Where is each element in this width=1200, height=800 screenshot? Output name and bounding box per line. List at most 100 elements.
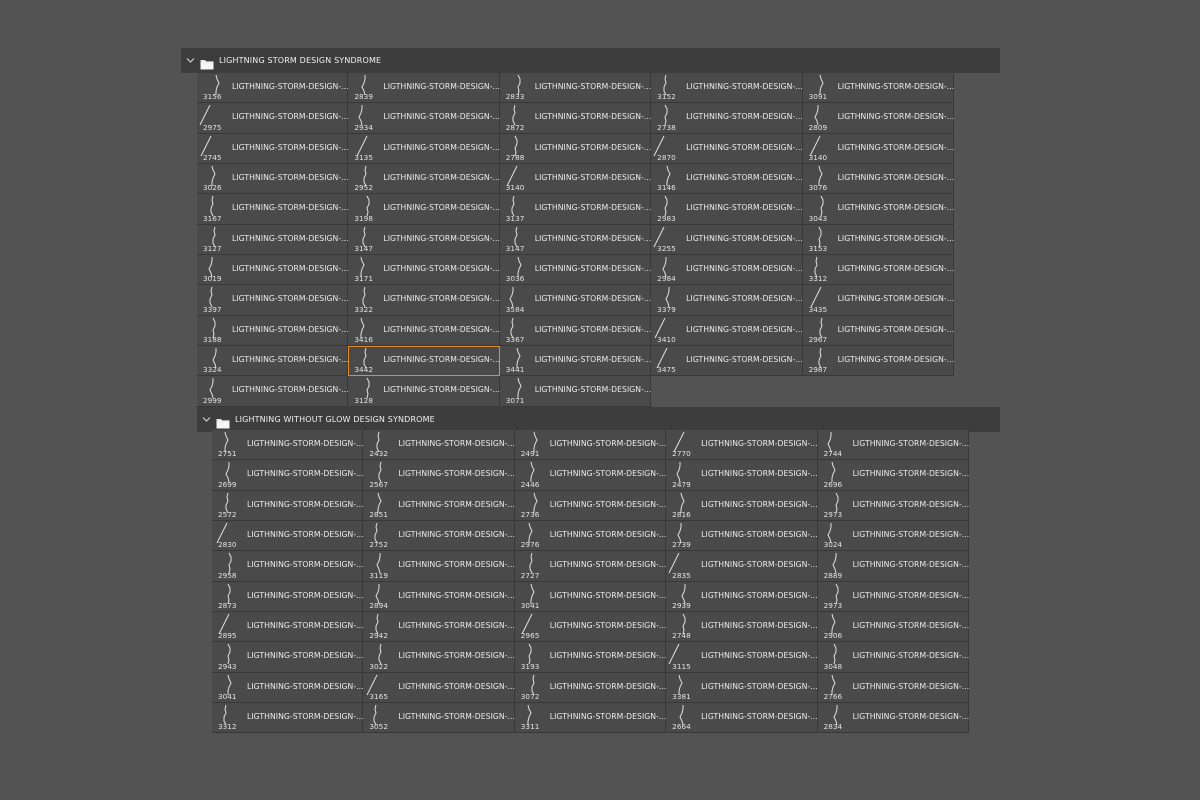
preset-item[interactable]: 2727 LIGTHNING-STORM-DESIGN-...	[514, 551, 666, 582]
preset-item[interactable]: 2973 LIGTHNING-STORM-DESIGN-...	[817, 581, 969, 613]
preset-item[interactable]: 3146 LIGTHNING-STORM-DESIGN-...	[651, 164, 803, 195]
preset-item[interactable]: 3165 LIGTHNING-STORM-DESIGN-...	[363, 672, 515, 704]
preset-item[interactable]: 2934 LIGTHNING-STORM-DESIGN-...	[348, 103, 500, 134]
preset-item[interactable]: 2987 LIGTHNING-STORM-DESIGN-...	[802, 346, 954, 377]
preset-item[interactable]: 2939 LIGTHNING-STORM-DESIGN-...	[666, 581, 818, 613]
preset-item[interactable]: 2984 LIGTHNING-STORM-DESIGN-...	[651, 255, 803, 286]
preset-item[interactable]: 2839 LIGTHNING-STORM-DESIGN-...	[348, 73, 500, 104]
chevron-down-icon[interactable]	[185, 55, 196, 66]
preset-item[interactable]: 3188 LIGTHNING-STORM-DESIGN-...	[197, 315, 349, 347]
preset-item[interactable]: 2572 LIGTHNING-STORM-DESIGN-...	[212, 490, 364, 522]
preset-item[interactable]: 3312 LIGTHNING-STORM-DESIGN-...	[802, 255, 954, 286]
preset-item[interactable]: 2833 LIGTHNING-STORM-DESIGN-...	[499, 73, 651, 104]
preset-item[interactable]: 3019 LIGTHNING-STORM-DESIGN-...	[197, 255, 349, 286]
preset-item[interactable]: 3135 LIGTHNING-STORM-DESIGN-...	[348, 133, 500, 165]
preset-item[interactable]: 2816 LIGTHNING-STORM-DESIGN-...	[666, 490, 818, 522]
preset-item[interactable]: 2943 LIGTHNING-STORM-DESIGN-...	[212, 642, 364, 673]
preset-item[interactable]: 3255 LIGTHNING-STORM-DESIGN-...	[651, 224, 803, 256]
preset-item[interactable]: 2745 LIGTHNING-STORM-DESIGN-...	[197, 133, 349, 165]
preset-item[interactable]: 3052 LIGTHNING-STORM-DESIGN-...	[363, 703, 515, 734]
preset-item[interactable]: 2738 LIGTHNING-STORM-DESIGN-...	[651, 103, 803, 134]
preset-item[interactable]: 2736 LIGTHNING-STORM-DESIGN-...	[514, 490, 666, 522]
preset-item[interactable]: 3147 LIGTHNING-STORM-DESIGN-...	[348, 224, 500, 256]
preset-item[interactable]: 3091 LIGTHNING-STORM-DESIGN-...	[802, 73, 954, 104]
chevron-down-icon[interactable]	[201, 414, 212, 425]
preset-item[interactable]: 3041 LIGTHNING-STORM-DESIGN-...	[212, 672, 364, 704]
preset-item[interactable]: 3076 LIGTHNING-STORM-DESIGN-...	[802, 164, 954, 195]
preset-item[interactable]: 2664 LIGTHNING-STORM-DESIGN-...	[666, 703, 818, 734]
preset-item[interactable]: 3397 LIGTHNING-STORM-DESIGN-...	[197, 285, 349, 316]
preset-item[interactable]: 2967 LIGTHNING-STORM-DESIGN-...	[802, 315, 954, 347]
preset-item[interactable]: 2976 LIGTHNING-STORM-DESIGN-...	[514, 521, 666, 552]
preset-item[interactable]: 2834 LIGTHNING-STORM-DESIGN-...	[817, 703, 969, 734]
preset-item[interactable]: 2809 LIGTHNING-STORM-DESIGN-...	[802, 103, 954, 134]
preset-item[interactable]: 3167 LIGTHNING-STORM-DESIGN-...	[197, 194, 349, 225]
preset-item[interactable]: 3153 LIGTHNING-STORM-DESIGN-...	[802, 224, 954, 256]
preset-item[interactable]: 3072 LIGTHNING-STORM-DESIGN-...	[514, 672, 666, 704]
preset-item[interactable]: 2894 LIGTHNING-STORM-DESIGN-...	[363, 581, 515, 613]
preset-item[interactable]: 2975 LIGTHNING-STORM-DESIGN-...	[197, 103, 349, 134]
preset-item[interactable]: 3416 LIGTHNING-STORM-DESIGN-...	[348, 315, 500, 347]
preset-item[interactable]: 3140 LIGTHNING-STORM-DESIGN-...	[802, 133, 954, 165]
group-header-lightning-storm[interactable]: LIGHTNING STORM DESIGN SYNDROME	[181, 48, 1000, 73]
preset-item[interactable]: 3193 LIGTHNING-STORM-DESIGN-...	[514, 642, 666, 673]
preset-item[interactable]: 2889 LIGTHNING-STORM-DESIGN-...	[817, 551, 969, 582]
preset-item[interactable]: 3442 LIGTHNING-STORM-DESIGN-...	[348, 346, 500, 377]
preset-item[interactable]: 3140 LIGTHNING-STORM-DESIGN-...	[499, 164, 651, 195]
preset-item[interactable]: 3071 LIGTHNING-STORM-DESIGN-...	[499, 376, 651, 407]
group-header-lightning-without-glow[interactable]: LIGHTNING WITHOUT GLOW DESIGN SYNDROME	[197, 407, 1000, 432]
preset-item[interactable]: 3324 LIGTHNING-STORM-DESIGN-...	[197, 346, 349, 377]
preset-item[interactable]: 3312 LIGTHNING-STORM-DESIGN-...	[212, 703, 364, 734]
preset-item[interactable]: 2432 LIGTHNING-STORM-DESIGN-...	[363, 430, 515, 461]
preset-item[interactable]: 3311 LIGTHNING-STORM-DESIGN-...	[514, 703, 666, 734]
preset-item[interactable]: 3367 LIGTHNING-STORM-DESIGN-...	[499, 315, 651, 347]
preset-item[interactable]: 2766 LIGTHNING-STORM-DESIGN-...	[817, 672, 969, 704]
preset-item[interactable]: 3115 LIGTHNING-STORM-DESIGN-...	[666, 642, 818, 673]
preset-item[interactable]: 3026 LIGTHNING-STORM-DESIGN-...	[197, 164, 349, 195]
preset-item[interactable]: 3171 LIGTHNING-STORM-DESIGN-...	[348, 255, 500, 286]
preset-item[interactable]: 3584 LIGTHNING-STORM-DESIGN-...	[499, 285, 651, 316]
preset-item[interactable]: 2696 LIGTHNING-STORM-DESIGN-...	[817, 460, 969, 491]
preset-item[interactable]: 3147 LIGTHNING-STORM-DESIGN-...	[499, 224, 651, 256]
preset-item[interactable]: 2446 LIGTHNING-STORM-DESIGN-...	[514, 460, 666, 491]
preset-item[interactable]: 2835 LIGTHNING-STORM-DESIGN-...	[666, 551, 818, 582]
preset-item[interactable]: 3137 LIGTHNING-STORM-DESIGN-...	[499, 194, 651, 225]
preset-item[interactable]: 2752 LIGTHNING-STORM-DESIGN-...	[363, 521, 515, 552]
preset-item[interactable]: 2751 LIGTHNING-STORM-DESIGN-...	[212, 430, 364, 461]
preset-item[interactable]: 2870 LIGTHNING-STORM-DESIGN-...	[651, 133, 803, 165]
preset-item[interactable]: 3127 LIGTHNING-STORM-DESIGN-...	[197, 224, 349, 256]
preset-item[interactable]: 2999 LIGTHNING-STORM-DESIGN-...	[197, 376, 349, 407]
preset-item[interactable]: 3128 LIGTHNING-STORM-DESIGN-...	[348, 376, 500, 407]
preset-item[interactable]: 3198 LIGTHNING-STORM-DESIGN-...	[348, 194, 500, 225]
preset-item[interactable]: 3119 LIGTHNING-STORM-DESIGN-...	[363, 551, 515, 582]
preset-item[interactable]: 2788 LIGTHNING-STORM-DESIGN-...	[499, 133, 651, 165]
preset-item[interactable]: 2873 LIGTHNING-STORM-DESIGN-...	[212, 581, 364, 613]
preset-item[interactable]: 2965 LIGTHNING-STORM-DESIGN-...	[514, 612, 666, 643]
preset-item[interactable]: 2958 LIGTHNING-STORM-DESIGN-...	[212, 551, 364, 582]
preset-item[interactable]: 3048 LIGTHNING-STORM-DESIGN-...	[817, 642, 969, 673]
preset-item[interactable]: 2952 LIGTHNING-STORM-DESIGN-...	[348, 164, 500, 195]
preset-item[interactable]: 3322 LIGTHNING-STORM-DESIGN-...	[348, 285, 500, 316]
preset-item[interactable]: 3441 LIGTHNING-STORM-DESIGN-...	[499, 346, 651, 377]
preset-item[interactable]: 2895 LIGTHNING-STORM-DESIGN-...	[212, 612, 364, 643]
preset-item[interactable]: 2748 LIGTHNING-STORM-DESIGN-...	[666, 612, 818, 643]
preset-item[interactable]: 2830 LIGTHNING-STORM-DESIGN-...	[212, 521, 364, 552]
preset-item[interactable]: 2479 LIGTHNING-STORM-DESIGN-...	[666, 460, 818, 491]
preset-item[interactable]: 2872 LIGTHNING-STORM-DESIGN-...	[499, 103, 651, 134]
preset-item[interactable]: 3041 LIGTHNING-STORM-DESIGN-...	[514, 581, 666, 613]
preset-item[interactable]: 2491 LIGTHNING-STORM-DESIGN-...	[514, 430, 666, 461]
preset-item[interactable]: 3022 LIGTHNING-STORM-DESIGN-...	[363, 642, 515, 673]
preset-item[interactable]: 3024 LIGTHNING-STORM-DESIGN-...	[817, 521, 969, 552]
preset-item[interactable]: 2906 LIGTHNING-STORM-DESIGN-...	[817, 612, 969, 643]
preset-item[interactable]: 3036 LIGTHNING-STORM-DESIGN-...	[499, 255, 651, 286]
preset-item[interactable]: 2744 LIGTHNING-STORM-DESIGN-...	[817, 430, 969, 461]
preset-item[interactable]: 2851 LIGTHNING-STORM-DESIGN-...	[363, 490, 515, 522]
preset-item[interactable]: 2739 LIGTHNING-STORM-DESIGN-...	[666, 521, 818, 552]
preset-item[interactable]: 3435 LIGTHNING-STORM-DESIGN-...	[802, 285, 954, 316]
preset-item[interactable]: 3379 LIGTHNING-STORM-DESIGN-...	[651, 285, 803, 316]
preset-item[interactable]: 3475 LIGTHNING-STORM-DESIGN-...	[651, 346, 803, 377]
preset-item[interactable]: 2942 LIGTHNING-STORM-DESIGN-...	[363, 612, 515, 643]
preset-item[interactable]: 3043 LIGTHNING-STORM-DESIGN-...	[802, 194, 954, 225]
preset-item[interactable]: 3381 LIGTHNING-STORM-DESIGN-...	[666, 672, 818, 704]
preset-item[interactable]: 2699 LIGTHNING-STORM-DESIGN-...	[212, 460, 364, 491]
